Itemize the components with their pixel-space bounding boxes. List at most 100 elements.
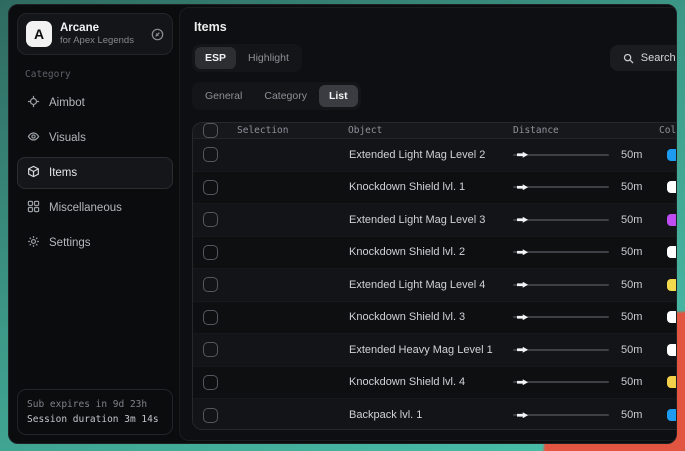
search-icon (623, 53, 634, 64)
tab-category[interactable]: Category (254, 85, 317, 107)
slider-thumb[interactable] (517, 217, 528, 223)
slider-thumb[interactable] (517, 412, 528, 418)
color-swatch[interactable] (667, 376, 677, 388)
col-object: Object (348, 125, 513, 136)
distance-slider[interactable] (513, 344, 609, 356)
sidebar-item-label: Miscellaneous (49, 202, 122, 214)
distance-slider[interactable] (513, 376, 609, 388)
sidebar-item-label: Items (49, 167, 77, 179)
distance-slider[interactable] (513, 279, 609, 291)
distance-value: 50m (613, 181, 659, 193)
mode-tabs: ESP Highlight (192, 44, 302, 72)
main-panel: Items ESP Highlight Search General Categ… (179, 7, 677, 441)
search-button[interactable]: Search (610, 45, 677, 71)
color-swatch[interactable] (667, 214, 677, 226)
table-row: Knockdown Shield lvl. 4 50m (193, 367, 677, 400)
tab-general[interactable]: General (195, 85, 252, 107)
distance-slider[interactable] (513, 311, 609, 323)
col-selection: Selection (237, 125, 348, 136)
tab-highlight[interactable]: Highlight (238, 47, 299, 69)
color-swatch[interactable] (667, 246, 677, 258)
table-body: Extended Light Mag Level 2 50m Knockdown… (193, 139, 677, 430)
table-row: Backpack lvl. 1 50m (193, 399, 677, 430)
sidebar-item-items[interactable]: Items (17, 157, 173, 189)
col-color: Color (659, 125, 677, 136)
table-row: Knockdown Shield lvl. 3 50m (193, 302, 677, 335)
tab-esp[interactable]: ESP (195, 47, 236, 69)
row-checkbox[interactable] (203, 408, 218, 423)
object-label: Extended Heavy Mag Level 1 (348, 344, 513, 356)
gear-icon (27, 235, 40, 251)
object-label: Backpack lvl. 1 (348, 409, 513, 421)
category-label: Category (25, 69, 173, 80)
table-header: Selection Object Distance Color (193, 123, 677, 139)
search-label: Search (641, 52, 676, 64)
color-swatch[interactable] (667, 409, 677, 421)
distance-slider[interactable] (513, 149, 609, 161)
col-distance: Distance (513, 125, 613, 136)
color-swatch[interactable] (667, 311, 677, 323)
distance-value: 50m (613, 409, 659, 421)
distance-value: 50m (613, 311, 659, 323)
table-row: Extended Light Mag Level 3 50m (193, 204, 677, 237)
brand-card: A Arcane for Apex Legends (17, 13, 173, 55)
pin-icon[interactable] (151, 28, 164, 41)
object-label: Extended Light Mag Level 4 (348, 279, 513, 291)
app-logo: A (26, 21, 52, 47)
slider-thumb[interactable] (517, 347, 528, 353)
slider-thumb[interactable] (517, 249, 528, 255)
object-label: Extended Light Mag Level 2 (348, 149, 513, 161)
sidebar: A Arcane for Apex Legends Category Aimbo… (9, 5, 179, 443)
slider-thumb[interactable] (517, 314, 528, 320)
sidebar-item-visuals[interactable]: Visuals (17, 122, 173, 154)
sub-expiry: Sub expires in 9d 23h (27, 397, 163, 412)
object-label: Knockdown Shield lvl. 3 (348, 311, 513, 323)
table-row: Extended Light Mag Level 4 50m (193, 269, 677, 302)
row-checkbox[interactable] (203, 375, 218, 390)
row-checkbox[interactable] (203, 310, 218, 325)
distance-value: 50m (613, 214, 659, 226)
sidebar-nav: Aimbot Visuals Items (17, 84, 173, 259)
app-window: A Arcane for Apex Legends Category Aimbo… (8, 4, 677, 444)
sidebar-item-aimbot[interactable]: Aimbot (17, 87, 173, 119)
sidebar-item-settings[interactable]: Settings (17, 227, 173, 259)
distance-value: 50m (613, 279, 659, 291)
row-checkbox[interactable] (203, 147, 218, 162)
table-row: Knockdown Shield lvl. 1 50m (193, 172, 677, 205)
eye-icon (27, 130, 40, 146)
sidebar-item-miscellaneous[interactable]: Miscellaneous (17, 192, 173, 224)
object-label: Extended Light Mag Level 3 (348, 214, 513, 226)
slider-thumb[interactable] (517, 282, 528, 288)
color-swatch[interactable] (667, 279, 677, 291)
page-title: Items (194, 20, 677, 34)
row-checkbox[interactable] (203, 212, 218, 227)
distance-slider[interactable] (513, 181, 609, 193)
distance-slider[interactable] (513, 246, 609, 258)
distance-slider[interactable] (513, 214, 609, 226)
items-table: Selection Object Distance Color Extended… (192, 122, 677, 430)
select-all-checkbox[interactable] (203, 123, 218, 138)
distance-value: 50m (613, 246, 659, 258)
color-swatch[interactable] (667, 149, 677, 161)
distance-value: 50m (613, 376, 659, 388)
row-checkbox[interactable] (203, 180, 218, 195)
sidebar-item-label: Aimbot (49, 97, 85, 109)
slider-thumb[interactable] (517, 184, 528, 190)
object-label: Knockdown Shield lvl. 1 (348, 181, 513, 193)
row-checkbox[interactable] (203, 342, 218, 357)
slider-thumb[interactable] (517, 379, 528, 385)
color-swatch[interactable] (667, 181, 677, 193)
row-checkbox[interactable] (203, 277, 218, 292)
sidebar-item-label: Settings (49, 237, 91, 249)
tab-list[interactable]: List (319, 85, 358, 107)
distance-slider[interactable] (513, 409, 609, 421)
grid-icon (27, 200, 40, 216)
brand-title: Arcane (60, 21, 143, 35)
cube-icon (27, 165, 40, 181)
object-label: Knockdown Shield lvl. 4 (348, 376, 513, 388)
crosshair-icon (27, 95, 40, 111)
view-tabs: General Category List (192, 82, 361, 110)
row-checkbox[interactable] (203, 245, 218, 260)
color-swatch[interactable] (667, 344, 677, 356)
slider-thumb[interactable] (517, 152, 528, 158)
